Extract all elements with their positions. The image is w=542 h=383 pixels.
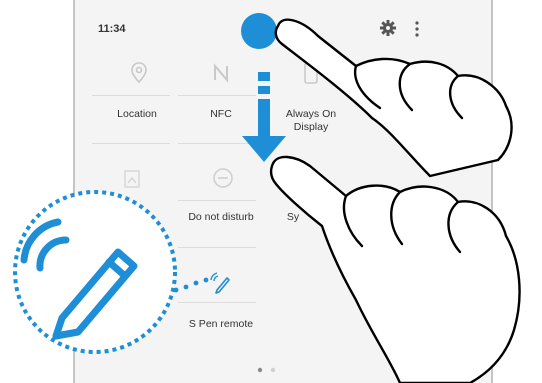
hand-bottom	[269, 155, 521, 383]
hand-top	[274, 18, 513, 178]
s-pen-callout	[13, 190, 209, 354]
touch-point	[241, 13, 277, 49]
arrow-down-icon	[242, 72, 286, 162]
gesture-illustration	[13, 13, 521, 383]
